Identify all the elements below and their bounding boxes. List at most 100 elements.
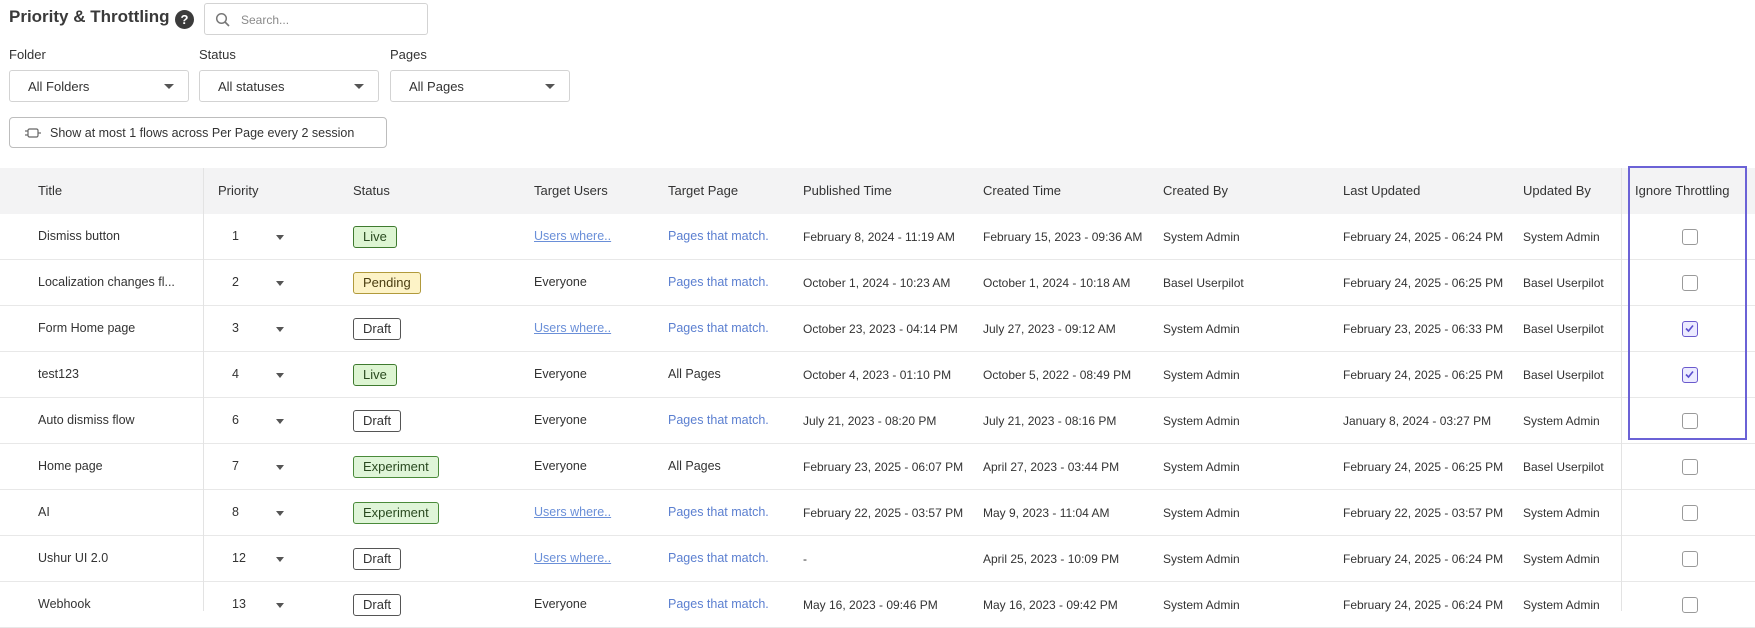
column-divider [1621, 168, 1622, 611]
table-row[interactable]: Form Home page 3 Draft Users where.. Pages t… [0, 306, 1755, 352]
target-page-link[interactable]: Pages that match. [668, 505, 769, 519]
col-target-users[interactable]: Target Users [534, 183, 608, 198]
priority-dropdown-icon[interactable] [276, 327, 284, 332]
throttling-rule-button[interactable]: Show at most 1 flows across Per Page eve… [9, 117, 387, 148]
created-time: October 5, 2022 - 08:49 PM [983, 368, 1132, 382]
priority-dropdown-icon[interactable] [276, 511, 284, 516]
target-page: All Pages [668, 459, 721, 473]
target-users: Everyone [534, 275, 587, 289]
target-users-link[interactable]: Users where.. [534, 505, 611, 519]
col-updated-by[interactable]: Updated By [1523, 183, 1591, 198]
col-priority[interactable]: Priority [218, 183, 258, 198]
row-title[interactable]: test123 [38, 367, 79, 381]
status-select[interactable]: All statuses [199, 70, 379, 102]
updated-by: System Admin [1523, 414, 1600, 428]
table-row[interactable]: Ushur UI 2.0 12 Draft Users where.. Pages th… [0, 536, 1755, 582]
checkmark-icon [1685, 324, 1694, 333]
table-row[interactable]: test123 4 Live Everyone All Pages October 4, … [0, 352, 1755, 398]
row-title[interactable]: AI [38, 505, 50, 519]
ignore-throttling-checkbox[interactable] [1682, 367, 1698, 383]
target-page-link[interactable]: Pages that match. [668, 413, 769, 427]
row-title[interactable]: Localization changes fl... [38, 275, 175, 289]
last-updated: February 24, 2025 - 06:24 PM [1343, 230, 1504, 244]
row-priority: 12 [232, 551, 246, 565]
target-users-link[interactable]: Users where.. [534, 321, 611, 335]
status-badge: Live [353, 364, 397, 386]
target-page-link[interactable]: Pages that match. [668, 229, 769, 243]
ignore-throttling-checkbox[interactable] [1682, 413, 1698, 429]
row-title[interactable]: Dismiss button [38, 229, 120, 243]
target-users: Everyone [534, 597, 587, 611]
priority-dropdown-icon[interactable] [276, 373, 284, 378]
col-title[interactable]: Title [38, 183, 62, 198]
col-ignore-throttling[interactable]: Ignore Throttling [1635, 183, 1729, 198]
ignore-throttling-checkbox[interactable] [1682, 275, 1698, 291]
row-title[interactable]: Auto dismiss flow [38, 413, 135, 427]
col-status[interactable]: Status [353, 183, 390, 198]
col-published-time[interactable]: Published Time [803, 183, 892, 198]
pages-select[interactable]: All Pages [390, 70, 570, 102]
table-row[interactable]: Auto dismiss flow 6 Draft Everyone Pages tha… [0, 398, 1755, 444]
ignore-throttling-checkbox[interactable] [1682, 229, 1698, 245]
priority-dropdown-icon[interactable] [276, 557, 284, 562]
created-by: System Admin [1163, 552, 1240, 566]
target-page-link[interactable]: Pages that match. [668, 597, 769, 611]
created-by: System Admin [1163, 598, 1240, 612]
throttle-icon [25, 128, 41, 138]
priority-dropdown-icon[interactable] [276, 419, 284, 424]
search-input[interactable] [239, 10, 423, 30]
status-filter-label: Status [199, 47, 236, 62]
published-time: - [803, 552, 807, 566]
target-page-link[interactable]: Pages that match. [668, 321, 769, 335]
search-icon [215, 12, 230, 27]
target-users-link[interactable]: Users where.. [534, 229, 611, 243]
status-badge: Draft [353, 594, 402, 616]
table-row[interactable]: Dismiss button 1 Live Users where.. Pages th… [0, 214, 1755, 260]
published-time: February 8, 2024 - 11:19 AM [803, 230, 955, 244]
created-time: July 21, 2023 - 08:16 PM [983, 414, 1117, 428]
ignore-throttling-checkbox[interactable] [1682, 321, 1698, 337]
created-by: System Admin [1163, 368, 1240, 382]
table-row[interactable]: Localization changes fl... 2 Pending Everyo… [0, 260, 1755, 306]
search-box[interactable] [204, 3, 428, 35]
row-title[interactable]: Webhook [38, 597, 91, 611]
created-by: Basel Userpilot [1163, 276, 1244, 290]
help-icon[interactable]: ? [175, 10, 194, 29]
updated-by: Basel Userpilot [1523, 460, 1604, 474]
row-priority: 4 [232, 367, 239, 381]
priority-dropdown-icon[interactable] [276, 465, 284, 470]
folder-select[interactable]: All Folders [9, 70, 189, 102]
col-created-time[interactable]: Created Time [983, 183, 1061, 198]
priority-dropdown-icon[interactable] [276, 603, 284, 608]
col-target-page[interactable]: Target Page [668, 183, 738, 198]
target-users: Everyone [534, 367, 587, 381]
updated-by: Basel Userpilot [1523, 276, 1604, 290]
updated-by: Basel Userpilot [1523, 368, 1604, 382]
row-title[interactable]: Home page [38, 459, 103, 473]
ignore-throttling-checkbox[interactable] [1682, 505, 1698, 521]
target-page-link[interactable]: Pages that match. [668, 551, 769, 565]
status-badge: Live [353, 226, 397, 248]
col-created-by[interactable]: Created By [1163, 183, 1228, 198]
target-page-link[interactable]: Pages that match. [668, 275, 769, 289]
table-header: Title Priority Status Target Users Targe… [0, 168, 1755, 214]
last-updated: February 24, 2025 - 06:25 PM [1343, 368, 1504, 382]
row-priority: 6 [232, 413, 239, 427]
created-time: February 15, 2023 - 09:36 AM [983, 230, 1143, 244]
target-users-link[interactable]: Users where.. [534, 551, 611, 565]
row-title[interactable]: Form Home page [38, 321, 135, 335]
ignore-throttling-checkbox[interactable] [1682, 551, 1698, 567]
updated-by: System Admin [1523, 230, 1600, 244]
created-by: System Admin [1163, 506, 1240, 520]
created-by: System Admin [1163, 322, 1240, 336]
priority-dropdown-icon[interactable] [276, 235, 284, 240]
row-title[interactable]: Ushur UI 2.0 [38, 551, 108, 565]
table-row[interactable]: AI 8 Experiment Users where.. Pages that mat… [0, 490, 1755, 536]
priority-dropdown-icon[interactable] [276, 281, 284, 286]
table-row[interactable]: Webhook 13 Draft Everyone Pages that match. M… [0, 582, 1755, 628]
row-priority: 8 [232, 505, 239, 519]
status-badge: Draft [353, 410, 402, 432]
table-row[interactable]: Home page 7 Experiment Everyone All Pages Feb… [0, 444, 1755, 490]
col-last-updated[interactable]: Last Updated [1343, 183, 1420, 198]
ignore-throttling-checkbox[interactable] [1682, 459, 1698, 475]
